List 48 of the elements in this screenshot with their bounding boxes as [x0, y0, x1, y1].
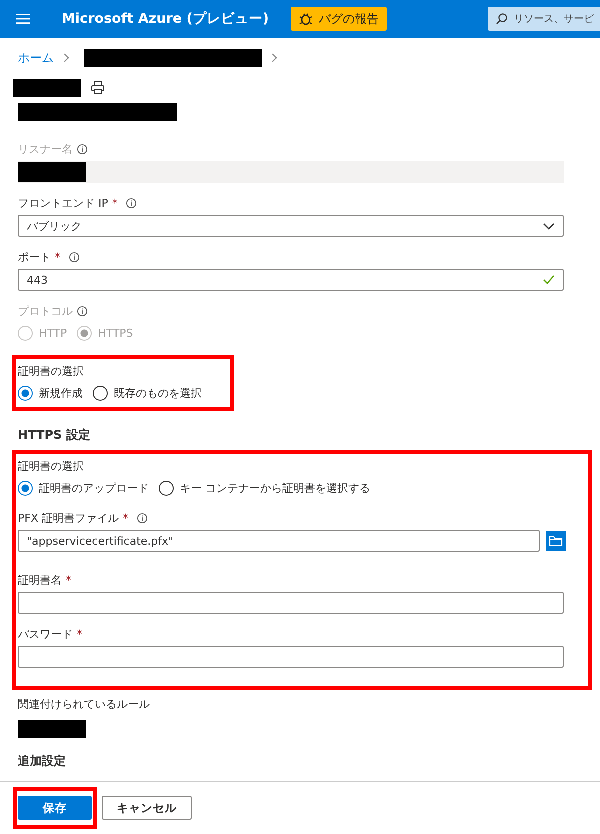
- radio-option[interactable]: 証明書のアップロード: [18, 480, 149, 496]
- save-button[interactable]: 保存: [18, 796, 92, 820]
- menu-icon[interactable]: [16, 14, 30, 24]
- info-icon[interactable]: [77, 306, 88, 316]
- field-label: PFX 証明書ファイル: [18, 510, 119, 526]
- field-value: "appservicecertificate.pfx": [27, 534, 174, 548]
- field-label: 証明書の選択: [18, 364, 84, 378]
- field-label: 証明書の選択: [18, 458, 84, 474]
- password-field[interactable]: [18, 646, 564, 668]
- input-field[interactable]: "appservicecertificate.pfx": [18, 530, 540, 552]
- print-icon[interactable]: [91, 81, 105, 95]
- field-value: 443: [27, 274, 48, 286]
- required-asterisk: *: [112, 196, 118, 210]
- cancel-button[interactable]: キャンセル: [102, 796, 192, 820]
- field-label: フロントエンド IP: [18, 196, 108, 210]
- input-field[interactable]: 443: [18, 269, 564, 291]
- radio-option[interactable]: 新規作成: [18, 386, 83, 400]
- dropdown[interactable]: パブリック: [18, 215, 564, 237]
- folder-icon: [549, 536, 563, 546]
- required-asterisk: *: [77, 628, 82, 640]
- radio-option[interactable]: キー コンテナーから証明書を選択する: [159, 480, 370, 496]
- required-asterisk: *: [55, 250, 60, 264]
- redacted-block: [18, 720, 86, 738]
- radio-option[interactable]: 既存のものを選択: [93, 386, 202, 400]
- app-title: Microsoft Azure (プレビュー): [62, 10, 270, 28]
- field-label: ポート: [18, 250, 51, 264]
- section-heading: 追加設定: [18, 753, 67, 770]
- required-asterisk: *: [66, 574, 72, 586]
- info-icon[interactable]: [126, 198, 137, 208]
- section-heading: HTTPS 設定: [18, 427, 92, 444]
- info-icon[interactable]: [77, 144, 88, 154]
- info-icon[interactable]: [136, 512, 148, 524]
- redacted-block: [18, 162, 86, 182]
- input-field[interactable]: [18, 592, 564, 614]
- info-icon[interactable]: [68, 252, 80, 262]
- redacted-block: [13, 79, 81, 97]
- field-label: プロトコル: [18, 304, 73, 318]
- field-label: パスワード: [18, 626, 73, 642]
- bug-report-button[interactable]: バグの報告: [291, 7, 388, 31]
- browse-button[interactable]: [546, 531, 566, 551]
- field-label: リスナー名: [18, 142, 73, 156]
- field-label: 関連付けられているルール: [18, 696, 150, 712]
- search-field[interactable]: リソース、サービ: [488, 7, 600, 31]
- chevron-down-icon: [543, 222, 555, 230]
- required-asterisk: *: [123, 512, 128, 524]
- breadcrumb-link[interactable]: ホーム: [18, 50, 54, 66]
- bug-icon: [299, 12, 314, 26]
- field-label: 証明書名: [18, 572, 62, 588]
